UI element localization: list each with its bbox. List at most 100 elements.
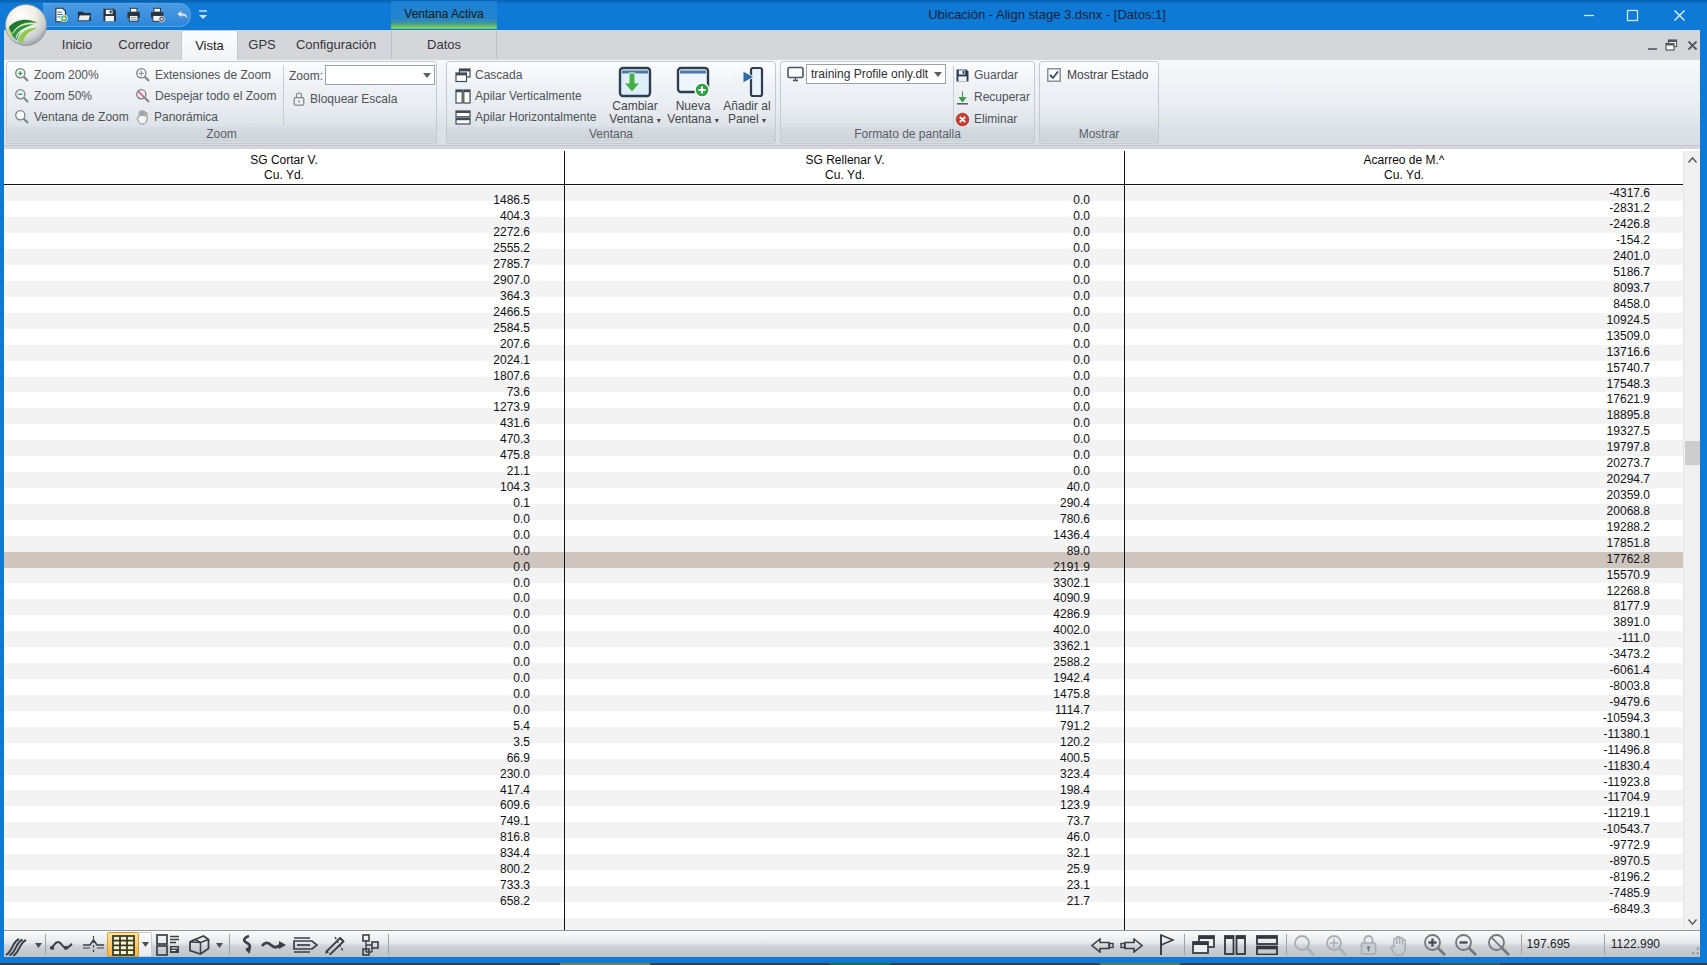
cell-col3-row34[interactable]: -11380.1 xyxy=(1530,727,1650,743)
cell-col3-row37[interactable]: -11923.8 xyxy=(1530,775,1650,791)
cell-col1-row9[interactable]: 207.6 xyxy=(410,337,530,353)
cell-col3-row8[interactable]: 10924.5 xyxy=(1530,313,1650,329)
cell-col2-row17[interactable]: 0.0 xyxy=(970,464,1090,480)
zoom-clear-button[interactable]: Despejar todo el Zoom xyxy=(135,87,276,105)
scrollbar-thumb[interactable] xyxy=(1685,441,1700,465)
cell-col1-row35[interactable]: 66.9 xyxy=(410,751,530,767)
cell-col3-row14[interactable]: 18895.8 xyxy=(1530,408,1650,424)
cell-col3-row10[interactable]: 13716.6 xyxy=(1530,345,1650,361)
cell-col1-row17[interactable]: 21.1 xyxy=(410,464,530,480)
table-row-stripe[interactable] xyxy=(4,313,1683,329)
cell-col1-row11[interactable]: 1807.6 xyxy=(410,369,530,385)
cell-col1-row28[interactable]: 0.0 xyxy=(410,639,530,655)
cell-col1-row19[interactable]: 0.1 xyxy=(410,496,530,512)
column-header-acarreo[interactable]: Acarreo de M.^ Cu. Yd. xyxy=(1125,153,1683,183)
app-logo[interactable] xyxy=(4,3,48,47)
cell-col3-row36[interactable]: -11830.4 xyxy=(1530,759,1650,775)
cell-col1-row7[interactable]: 2466.5 xyxy=(410,305,530,321)
cell-col2-row7[interactable]: 0.0 xyxy=(970,305,1090,321)
cell-col3-row7[interactable]: 8458.0 xyxy=(1530,297,1650,313)
table-row-stripe[interactable] xyxy=(4,329,1683,345)
cell-col1-row43[interactable]: 733.3 xyxy=(410,878,530,894)
cell-col2-row25[interactable]: 4090.9 xyxy=(970,591,1090,607)
cell-col2-row13[interactable]: 0.0 xyxy=(970,400,1090,416)
cell-col1-row42[interactable]: 800.2 xyxy=(410,862,530,878)
cell-col3-row39[interactable]: -11219.1 xyxy=(1530,806,1650,822)
mdi-minimize-button[interactable] xyxy=(1645,37,1660,53)
cell-col2-row8[interactable]: 0.0 xyxy=(970,321,1090,337)
cell-col2-row20[interactable]: 780.6 xyxy=(970,512,1090,528)
table-row-stripe[interactable] xyxy=(4,488,1683,504)
cell-col2-row42[interactable]: 25.9 xyxy=(970,862,1090,878)
table-row-stripe[interactable] xyxy=(4,886,1683,902)
table-row-stripe[interactable] xyxy=(4,456,1683,472)
cell-col3-row23[interactable]: 17762.8 xyxy=(1530,552,1650,568)
mdi-close-button[interactable] xyxy=(1685,37,1700,53)
zoom-window-button[interactable]: Ventana de Zoom xyxy=(14,108,129,126)
cell-col2-row33[interactable]: 791.2 xyxy=(970,719,1090,735)
cascade-button[interactable]: Cascada xyxy=(455,66,522,84)
lock-button-disabled[interactable] xyxy=(1356,933,1380,957)
table-row-stripe[interactable] xyxy=(4,424,1683,440)
screen-format-dropdown[interactable] xyxy=(930,65,945,83)
table-row-stripe[interactable] xyxy=(4,186,1683,202)
flag-button[interactable] xyxy=(1156,933,1176,957)
cell-col1-row10[interactable]: 2024.1 xyxy=(410,353,530,369)
zoom-in-button[interactable] xyxy=(1422,933,1448,957)
3d-view-dropdown[interactable] xyxy=(213,933,225,957)
recuperar-button[interactable]: Recuperar xyxy=(955,88,1030,106)
cell-col3-row1[interactable]: -2831.2 xyxy=(1530,201,1650,217)
cell-col2-row23[interactable]: 2191.9 xyxy=(970,560,1090,576)
table-row-stripe[interactable] xyxy=(4,504,1683,520)
cell-col2-row12[interactable]: 0.0 xyxy=(970,385,1090,401)
table-row-stripe[interactable] xyxy=(4,408,1683,424)
change-window-button[interactable]: Cambiar Ventana ▾ xyxy=(608,65,662,129)
table-row-stripe[interactable] xyxy=(4,615,1683,631)
cell-col1-row33[interactable]: 5.4 xyxy=(410,719,530,735)
cell-col3-row30[interactable]: -6061.4 xyxy=(1530,663,1650,679)
scroll-up-button[interactable] xyxy=(1684,151,1701,168)
tab-corredor[interactable]: Corredor xyxy=(112,30,176,60)
column-header-sg-cortar[interactable]: SG Cortar V. Cu. Yd. xyxy=(4,153,564,183)
table-row-stripe[interactable] xyxy=(4,392,1683,408)
cell-col2-row32[interactable]: 1114.7 xyxy=(970,703,1090,719)
mostrar-estado-checkbox-row[interactable]: Mostrar Estado xyxy=(1047,68,1148,82)
cell-col1-row21[interactable]: 0.0 xyxy=(410,528,530,544)
cell-col1-row16[interactable]: 475.8 xyxy=(410,448,530,464)
zoom-200-button[interactable]: Zoom 200% xyxy=(14,66,99,84)
table-row-stripe[interactable] xyxy=(4,345,1683,361)
cell-col2-row29[interactable]: 2588.2 xyxy=(970,655,1090,671)
cell-col1-row15[interactable]: 470.3 xyxy=(410,432,530,448)
table-row-stripe[interactable] xyxy=(4,249,1683,265)
cell-col2-row31[interactable]: 1475.8 xyxy=(970,687,1090,703)
cell-col1-row13[interactable]: 1273.9 xyxy=(410,400,530,416)
cell-col2-row24[interactable]: 3302.1 xyxy=(970,576,1090,592)
cell-col2-row38[interactable]: 123.9 xyxy=(970,798,1090,814)
cell-col2-row3[interactable]: 0.0 xyxy=(970,241,1090,257)
zoom-extents-button[interactable]: Extensiones de Zoom xyxy=(135,66,271,84)
checkbox-checked-icon[interactable] xyxy=(1047,68,1061,82)
plan-view-dropdown[interactable] xyxy=(32,933,44,957)
cell-col2-row15[interactable]: 0.0 xyxy=(970,432,1090,448)
tile-vertical-button[interactable]: Apilar Verticalmente xyxy=(455,87,582,105)
cell-col1-row3[interactable]: 2555.2 xyxy=(410,241,530,257)
tile-horizontal-button[interactable]: Apilar Horizontalmente xyxy=(455,108,596,126)
table-row-stripe[interactable] xyxy=(4,679,1683,695)
cell-col3-row3[interactable]: -154.2 xyxy=(1530,233,1650,249)
screen-format-combobox[interactable]: training Profile only.dlt xyxy=(806,64,946,84)
close-button[interactable] xyxy=(1656,0,1702,30)
panel-layout-button[interactable] xyxy=(155,933,181,957)
cascade-windows-button[interactable] xyxy=(1190,933,1216,957)
cell-col1-row24[interactable]: 0.0 xyxy=(410,576,530,592)
table-row-stripe[interactable] xyxy=(4,822,1683,838)
cell-col1-row18[interactable]: 104.3 xyxy=(410,480,530,496)
hierarchy-button[interactable] xyxy=(357,933,383,957)
cell-col3-row12[interactable]: 17548.3 xyxy=(1530,377,1650,393)
table-row-stripe[interactable] xyxy=(4,854,1683,870)
cell-col1-row36[interactable]: 230.0 xyxy=(410,767,530,783)
cell-col3-row4[interactable]: 2401.0 xyxy=(1530,249,1650,265)
cell-col2-row5[interactable]: 0.0 xyxy=(970,273,1090,289)
cell-col1-row22[interactable]: 0.0 xyxy=(410,544,530,560)
cell-col2-row6[interactable]: 0.0 xyxy=(970,289,1090,305)
cell-col1-row38[interactable]: 609.6 xyxy=(410,798,530,814)
